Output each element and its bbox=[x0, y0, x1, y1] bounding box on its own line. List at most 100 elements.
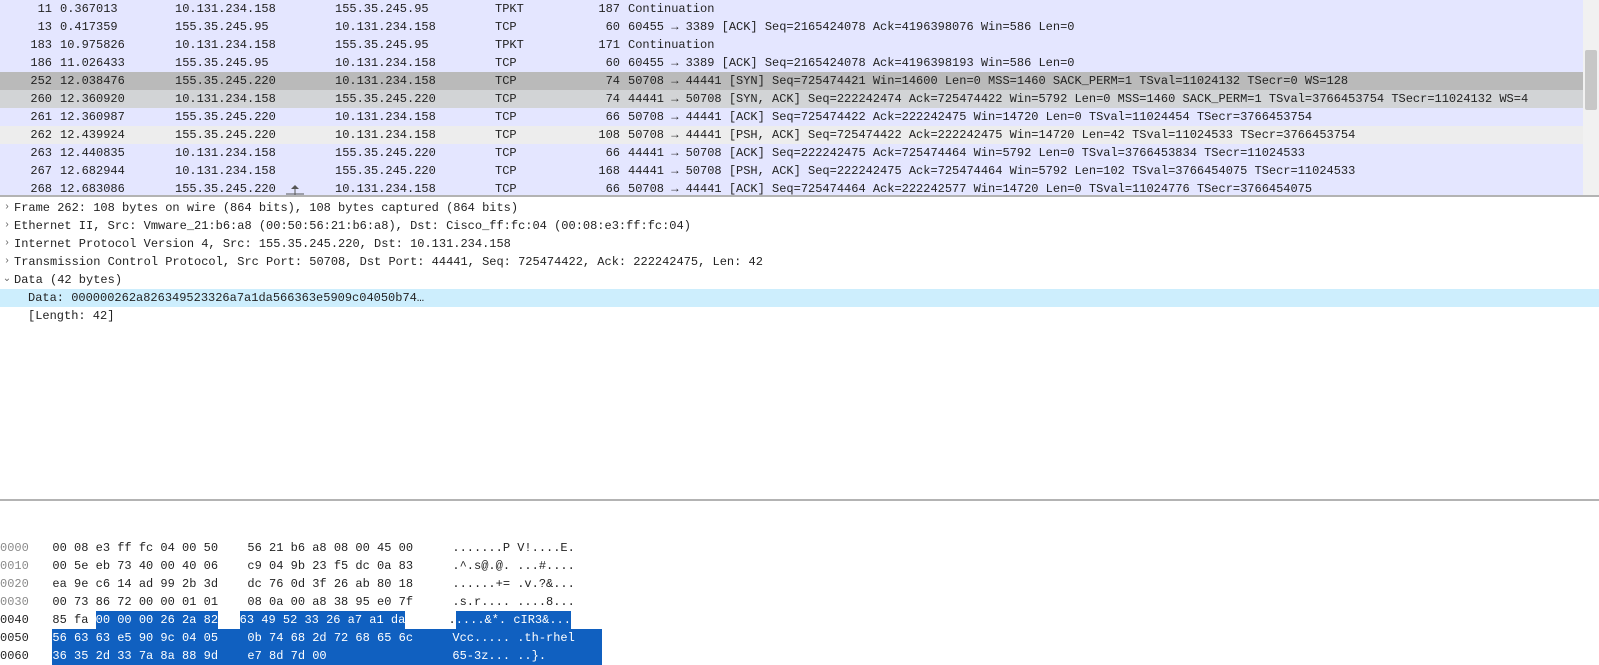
spacer bbox=[38, 557, 52, 575]
spacer bbox=[38, 575, 52, 593]
details-tree-item[interactable]: ›Frame 262: 108 bytes on wire (864 bits)… bbox=[0, 199, 1599, 217]
hex-row[interactable]: 0010 00 5e eb 73 40 00 40 06c9 04 9b 23 … bbox=[0, 557, 1599, 575]
packet-col-destination: 155.35.245.95 bbox=[335, 0, 495, 18]
packet-row[interactable]: 26812.683086155.35.245.22010.131.234.158… bbox=[0, 180, 1599, 197]
packet-list-panel[interactable]: 110.36701310.131.234.158155.35.245.95TPK… bbox=[0, 0, 1599, 197]
packet-col-no: 267 bbox=[0, 162, 60, 180]
packet-col-time: 10.975826 bbox=[60, 36, 175, 54]
packet-col-no: 260 bbox=[0, 90, 60, 108]
hex-offset: 0000 bbox=[0, 539, 38, 557]
packet-row[interactable]: 26112.360987155.35.245.22010.131.234.158… bbox=[0, 108, 1599, 126]
packet-col-protocol: TPKT bbox=[495, 0, 565, 18]
details-tree-subitem[interactable]: Data: 000000262a826349523326a7a1da566363… bbox=[0, 289, 1599, 307]
packet-row[interactable]: 18611.026433155.35.245.9510.131.234.158T… bbox=[0, 54, 1599, 72]
packet-col-no: 268 bbox=[0, 180, 60, 197]
packet-col-source: 155.35.245.95 bbox=[175, 18, 335, 36]
packet-col-no: 13 bbox=[0, 18, 60, 36]
packet-row[interactable]: 25212.038476155.35.245.22010.131.234.158… bbox=[0, 72, 1599, 90]
packet-col-length: 66 bbox=[565, 108, 628, 126]
packet-col-source: 10.131.234.158 bbox=[175, 90, 335, 108]
packet-col-time: 12.682944 bbox=[60, 162, 175, 180]
hex-row[interactable]: 0000 00 08 e3 ff fc 04 00 5056 21 b6 a8 … bbox=[0, 539, 1599, 557]
packet-details-panel[interactable]: ›Frame 262: 108 bytes on wire (864 bits)… bbox=[0, 197, 1599, 501]
hex-bytes-selected: 00 00 00 26 2a 82 bbox=[96, 611, 218, 629]
hex-row[interactable]: 0060 36 35 2d 33 7a 8a 88 9de7 8d 7d 006… bbox=[0, 647, 1599, 665]
packet-col-source: 155.35.245.220 bbox=[175, 180, 335, 197]
chevron-down-icon[interactable]: ⌄ bbox=[0, 271, 14, 289]
hex-bytes-selected: e7 8d 7d 00 bbox=[247, 647, 452, 665]
chevron-right-icon[interactable]: › bbox=[0, 217, 14, 235]
packet-col-length: 168 bbox=[565, 162, 628, 180]
packet-row[interactable]: 26012.36092010.131.234.158155.35.245.220… bbox=[0, 90, 1599, 108]
packet-col-time: 0.417359 bbox=[60, 18, 175, 36]
packet-row[interactable]: 130.417359155.35.245.9510.131.234.158TCP… bbox=[0, 18, 1599, 36]
packet-row[interactable]: 26312.44083510.131.234.158155.35.245.220… bbox=[0, 144, 1599, 162]
spacer bbox=[38, 629, 52, 647]
packet-row[interactable]: 26712.68294410.131.234.158155.35.245.220… bbox=[0, 162, 1599, 180]
hex-offset: 0030 bbox=[0, 593, 38, 611]
packet-row[interactable]: 110.36701310.131.234.158155.35.245.95TPK… bbox=[0, 0, 1599, 18]
hex-ascii-selected: ....&*. cIR3&... bbox=[456, 611, 571, 629]
hex-bytes: ea 9e c6 14 ad 99 2b 3d bbox=[52, 575, 247, 593]
packet-col-destination: 10.131.234.158 bbox=[335, 54, 495, 72]
packet-col-length: 60 bbox=[565, 54, 628, 72]
packet-col-protocol: TCP bbox=[495, 126, 565, 144]
hex-row[interactable]: 0050 56 63 63 e5 90 9c 04 050b 74 68 2d … bbox=[0, 629, 1599, 647]
hex-dump-panel[interactable]: 0000 00 08 e3 ff fc 04 00 5056 21 b6 a8 … bbox=[0, 501, 1599, 665]
packet-col-length: 187 bbox=[565, 0, 628, 18]
packet-row[interactable]: 26212.439924155.35.245.22010.131.234.158… bbox=[0, 126, 1599, 144]
chevron-right-icon[interactable]: › bbox=[0, 199, 14, 217]
hex-ascii: .^.s@.@. ...#.... bbox=[452, 557, 602, 575]
details-tree-label: Transmission Control Protocol, Src Port:… bbox=[14, 253, 1599, 271]
hex-bytes: 85 fa bbox=[52, 611, 95, 629]
packet-col-destination: 10.131.234.158 bbox=[335, 18, 495, 36]
hex-offset: 0040 bbox=[0, 611, 38, 629]
packet-col-source: 10.131.234.158 bbox=[175, 162, 335, 180]
hex-row[interactable]: 0020 ea 9e c6 14 ad 99 2b 3ddc 76 0d 3f … bbox=[0, 575, 1599, 593]
details-tree-item[interactable]: ›Transmission Control Protocol, Src Port… bbox=[0, 253, 1599, 271]
packet-col-source: 155.35.245.220 bbox=[175, 108, 335, 126]
packet-col-info: 50708 → 44441 [ACK] Seq=725474422 Ack=22… bbox=[628, 108, 1599, 126]
hex-bytes-selected: 0b 74 68 2d 72 68 65 6c bbox=[247, 629, 452, 647]
details-tree-label: Ethernet II, Src: Vmware_21:b6:a8 (00:50… bbox=[14, 217, 1599, 235]
hex-bytes-selected: 36 35 2d 33 7a 8a 88 9d bbox=[52, 647, 247, 665]
chevron-right-icon[interactable]: › bbox=[0, 235, 14, 253]
packet-col-info: Continuation bbox=[628, 36, 1599, 54]
packet-col-destination: 155.35.245.220 bbox=[335, 162, 495, 180]
packet-col-protocol: TCP bbox=[495, 72, 565, 90]
packet-col-no: 11 bbox=[0, 0, 60, 18]
hex-ascii: .......P V!....E. bbox=[452, 539, 602, 557]
hex-ascii-selected: 65-3z... ..}. bbox=[452, 647, 602, 665]
hex-bytes: c9 04 9b 23 f5 dc 0a 83 bbox=[247, 557, 452, 575]
hex-ascii: ......+= .v.?&... bbox=[452, 575, 602, 593]
packet-col-source: 10.131.234.158 bbox=[175, 36, 335, 54]
hex-ascii-selected: Vcc..... .th-rhel bbox=[452, 629, 602, 647]
spacer bbox=[38, 593, 52, 611]
details-tree-subitem[interactable]: [Length: 42] bbox=[0, 307, 1599, 325]
packet-col-source: 155.35.245.220 bbox=[175, 72, 335, 90]
packet-col-time: 12.439924 bbox=[60, 126, 175, 144]
hex-ascii: . bbox=[449, 611, 456, 629]
packet-row[interactable]: 18310.97582610.131.234.158155.35.245.95T… bbox=[0, 36, 1599, 54]
hex-row[interactable]: 0040 85 fa 00 00 00 26 2a 82 63 49 52 33… bbox=[0, 611, 1599, 629]
packet-col-info: Continuation bbox=[628, 0, 1599, 18]
hex-row[interactable]: 0030 00 73 86 72 00 00 01 0108 0a 00 a8 … bbox=[0, 593, 1599, 611]
packet-col-protocol: TCP bbox=[495, 54, 565, 72]
packet-col-protocol: TCP bbox=[495, 108, 565, 126]
packet-col-length: 108 bbox=[565, 126, 628, 144]
packet-col-protocol: TCP bbox=[495, 18, 565, 36]
details-tree-item[interactable]: ›Internet Protocol Version 4, Src: 155.3… bbox=[0, 235, 1599, 253]
packet-list-scrollbar[interactable] bbox=[1583, 0, 1599, 195]
packet-col-length: 74 bbox=[565, 90, 628, 108]
packet-col-no: 261 bbox=[0, 108, 60, 126]
scrollbar-thumb[interactable] bbox=[1585, 50, 1597, 110]
packet-col-time: 12.038476 bbox=[60, 72, 175, 90]
packet-col-time: 12.683086 bbox=[60, 180, 175, 197]
packet-col-length: 171 bbox=[565, 36, 628, 54]
hex-offset: 0050 bbox=[0, 629, 38, 647]
packet-col-time: 11.026433 bbox=[60, 54, 175, 72]
chevron-right-icon[interactable]: › bbox=[0, 253, 14, 271]
details-tree-item[interactable]: ⌄Data (42 bytes) bbox=[0, 271, 1599, 289]
packet-col-time: 12.440835 bbox=[60, 144, 175, 162]
details-tree-item[interactable]: ›Ethernet II, Src: Vmware_21:b6:a8 (00:5… bbox=[0, 217, 1599, 235]
